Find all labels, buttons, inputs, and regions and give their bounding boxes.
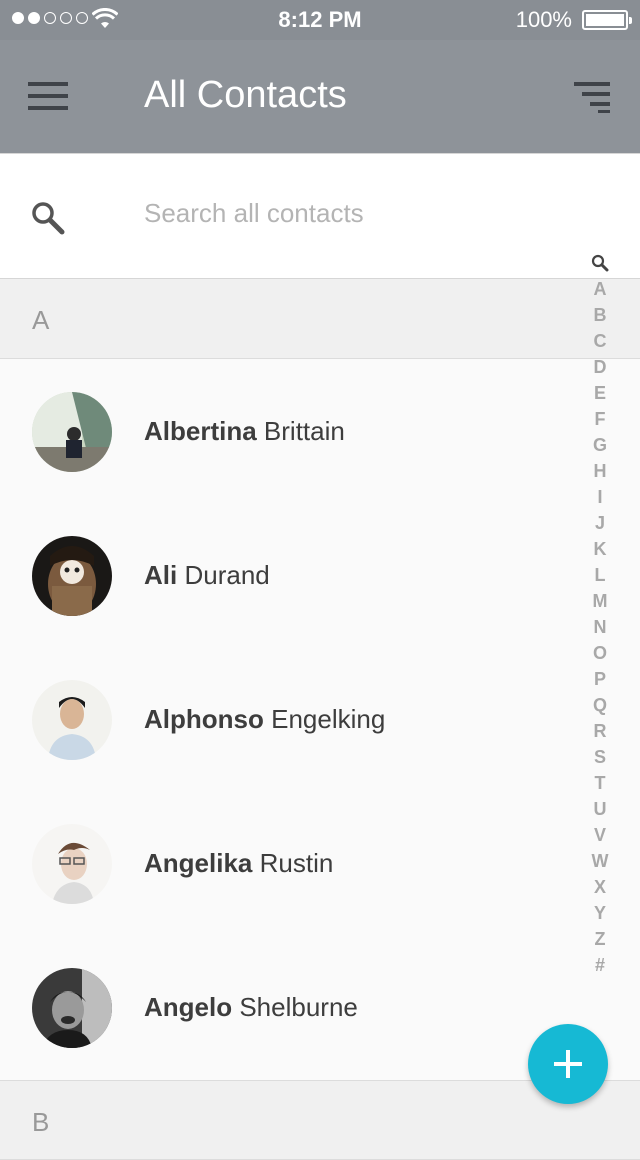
index-letter-hash[interactable]: # <box>588 952 612 978</box>
contact-name: Alphonso Engelking <box>144 704 386 734</box>
search-bar <box>0 153 640 279</box>
index-letter-u[interactable]: U <box>588 796 612 822</box>
index-letter-f[interactable]: F <box>588 406 612 432</box>
battery-icon <box>582 10 632 30</box>
section-letter: A <box>32 305 50 335</box>
hamburger-icon[interactable] <box>28 82 68 110</box>
index-letter-t[interactable]: T <box>588 770 612 796</box>
contact-row[interactable]: Albertina Brittain <box>0 360 640 504</box>
avatar <box>32 968 112 1048</box>
index-letter-x[interactable]: X <box>588 874 612 900</box>
index-letter-g[interactable]: G <box>588 432 612 458</box>
alphabet-index[interactable]: A B C D E F G H I J K L M N O P Q R S T … <box>588 250 612 978</box>
index-search-icon[interactable] <box>588 250 612 276</box>
battery-percentage: 100% <box>515 7 572 32</box>
contact-name: Ali Durand <box>144 560 270 590</box>
index-letter-q[interactable]: Q <box>588 692 612 718</box>
contact-name: Angelo Shelburne <box>144 992 358 1022</box>
index-letter-r[interactable]: R <box>588 718 612 744</box>
search-icon[interactable] <box>30 200 66 236</box>
contact-row[interactable]: Ali Durand <box>0 504 640 648</box>
contact-row[interactable]: Alphonso Engelking <box>0 648 640 792</box>
index-letter-a[interactable]: A <box>588 276 612 302</box>
contact-name: Albertina Brittain <box>144 416 345 446</box>
index-letter-w[interactable]: W <box>588 848 612 874</box>
index-letter-p[interactable]: P <box>588 666 612 692</box>
page-title: All Contacts <box>144 74 347 116</box>
index-letter-z[interactable]: Z <box>588 926 612 952</box>
section-letter: B <box>32 1107 50 1137</box>
index-letter-h[interactable]: H <box>588 458 612 484</box>
index-letter-m[interactable]: M <box>588 588 612 614</box>
index-letter-y[interactable]: Y <box>588 900 612 926</box>
contact-row[interactable]: Angelika Rustin <box>0 792 640 936</box>
index-letter-l[interactable]: L <box>588 562 612 588</box>
search-input[interactable] <box>144 198 564 229</box>
index-letter-c[interactable]: C <box>588 328 612 354</box>
contact-name: Angelika Rustin <box>144 848 334 878</box>
app-header: All Contacts <box>0 40 640 153</box>
index-letter-j[interactable]: J <box>588 510 612 536</box>
avatar <box>32 680 112 760</box>
index-letter-d[interactable]: D <box>588 354 612 380</box>
index-letter-i[interactable]: I <box>588 484 612 510</box>
add-contact-button[interactable] <box>528 1024 608 1104</box>
avatar <box>32 824 112 904</box>
index-letter-s[interactable]: S <box>588 744 612 770</box>
status-bar: 8:12 PM 100% <box>0 0 640 40</box>
index-letter-k[interactable]: K <box>588 536 612 562</box>
sort-icon[interactable] <box>574 82 610 113</box>
avatar <box>32 392 112 472</box>
avatar <box>32 536 112 616</box>
index-letter-o[interactable]: O <box>588 640 612 666</box>
section-header-a: A <box>0 279 640 359</box>
index-letter-n[interactable]: N <box>588 614 612 640</box>
index-letter-v[interactable]: V <box>588 822 612 848</box>
index-letter-b[interactable]: B <box>588 302 612 328</box>
index-letter-e[interactable]: E <box>588 380 612 406</box>
